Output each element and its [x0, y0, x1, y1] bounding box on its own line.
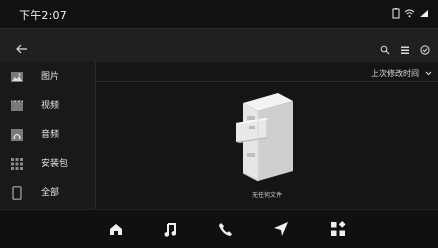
empty-cabinet-illustration — [233, 93, 303, 189]
search-button[interactable] — [380, 40, 390, 59]
home-icon — [110, 224, 122, 235]
file-list-area: 上次修改时间 无任何文件 — [96, 62, 438, 209]
bottom-dock — [0, 209, 438, 248]
sidebar-label: 音频 — [41, 130, 60, 140]
phone-device-icon — [10, 185, 24, 200]
apps-button[interactable] — [329, 220, 347, 238]
home-button[interactable] — [107, 220, 125, 238]
battery-icon — [392, 8, 400, 19]
empty-state-text: 无任何文件 — [251, 192, 282, 199]
navigation-icon — [274, 222, 288, 236]
search-icon — [380, 45, 390, 55]
app-bar — [0, 28, 438, 63]
music-icon — [164, 223, 177, 237]
select-button[interactable] — [420, 40, 430, 59]
status-bar: 下午2:07 — [0, 0, 438, 28]
sidebar-item-videos[interactable]: 视频 — [0, 91, 95, 119]
sidebar-label: 图片 — [41, 72, 60, 82]
sidebar-label: 视频 — [41, 101, 60, 111]
phone-icon — [218, 223, 232, 236]
phone-button[interactable] — [216, 220, 234, 238]
audio-icon — [10, 127, 24, 141]
arrow-left-icon — [16, 44, 27, 54]
image-icon — [10, 69, 24, 83]
sidebar-item-packages[interactable]: 安装包 — [0, 149, 95, 177]
music-button[interactable] — [161, 220, 179, 238]
sidebar-item-audio[interactable]: 音频 — [0, 120, 95, 148]
chevron-down-icon — [425, 71, 432, 76]
apps-grid-icon — [10, 156, 24, 170]
video-icon — [10, 98, 24, 112]
back-button[interactable] — [16, 39, 28, 58]
apps-icon — [331, 221, 346, 236]
check-circle-icon — [420, 45, 430, 55]
signal-icon — [419, 9, 430, 18]
wifi-icon — [404, 9, 415, 18]
sidebar-item-images[interactable]: 图片 — [0, 62, 95, 90]
sidebar: 图片 视频 音频 安装包 全部 — [0, 62, 96, 209]
sidebar-label: 安装包 — [41, 159, 69, 169]
divider — [96, 81, 438, 82]
status-icons — [392, 8, 430, 19]
list-view-button[interactable] — [400, 40, 410, 59]
sort-dropdown[interactable]: 上次修改时间 — [371, 68, 432, 79]
toolbar-actions — [380, 40, 430, 59]
list-view-icon — [401, 46, 409, 54]
sort-label: 上次修改时间 — [371, 69, 419, 78]
sidebar-item-all[interactable]: 全部 — [0, 178, 95, 206]
status-time: 下午2:07 — [19, 9, 67, 22]
sidebar-label: 全部 — [41, 188, 60, 198]
navigation-button[interactable] — [272, 220, 290, 238]
